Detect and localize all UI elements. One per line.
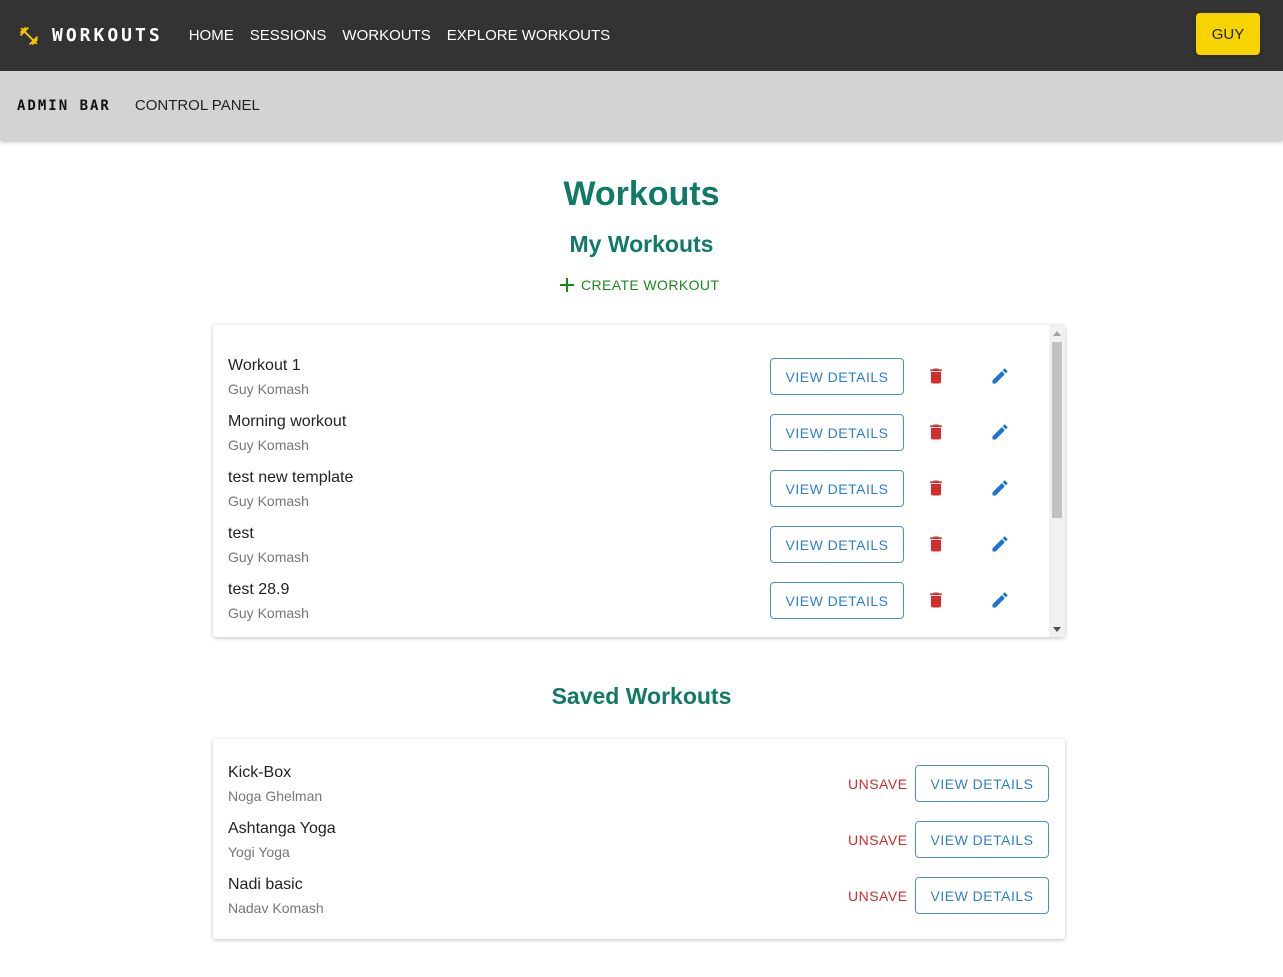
list-scrollbar[interactable]	[1049, 325, 1065, 637]
workout-title: Morning workout	[228, 413, 347, 430]
workout-author: Guy Komash	[228, 605, 309, 621]
my-workouts-list[interactable]: Workout 1 Guy Komash VIEW DETAILS Mornin…	[213, 325, 1065, 637]
delete-icon[interactable]	[924, 364, 948, 388]
view-details-button[interactable]: VIEW DETAILS	[770, 582, 904, 619]
control-panel-link[interactable]: CONTROL PANEL	[135, 97, 260, 114]
app-bar: WORKOUTS HOME SESSIONS WORKOUTS EXPLORE …	[0, 0, 1283, 71]
delete-icon[interactable]	[924, 532, 948, 556]
create-workout-button[interactable]: CREATE WORKOUT	[559, 277, 719, 293]
delete-icon[interactable]	[924, 588, 948, 612]
list-item: test new template Guy Komash VIEW DETAIL…	[213, 463, 1065, 519]
list-item: Workout 1 Guy Komash VIEW DETAILS	[213, 351, 1065, 407]
unsave-button[interactable]: UNSAVE	[848, 776, 908, 792]
workout-author: Guy Komash	[228, 493, 309, 509]
scroll-down-arrow-icon[interactable]	[1049, 621, 1065, 637]
edit-icon[interactable]	[988, 364, 1012, 388]
edit-icon[interactable]	[988, 588, 1012, 612]
workout-title: Ashtanga Yoga	[228, 820, 336, 837]
workout-title: test 28.9	[228, 581, 290, 598]
edit-icon[interactable]	[988, 476, 1012, 500]
user-button[interactable]: GUY	[1196, 13, 1260, 55]
scroll-thumb[interactable]	[1052, 342, 1062, 518]
saved-workouts-heading: Saved Workouts	[551, 683, 732, 709]
plus-icon	[560, 278, 574, 292]
workout-author: Guy Komash	[228, 549, 309, 565]
list-item: test 28.9 Guy Komash VIEW DETAILS	[213, 575, 1065, 631]
workout-title: Kick-Box	[228, 764, 292, 781]
edit-icon[interactable]	[988, 532, 1012, 556]
workout-author: Nadav Komash	[228, 900, 324, 916]
list-item: Nadi basic Nadav Komash UNSAVE VIEW DETA…	[213, 870, 1065, 926]
view-details-button[interactable]: VIEW DETAILS	[915, 821, 1049, 858]
workout-title: Workout 1	[228, 357, 301, 374]
view-details-button[interactable]: VIEW DETAILS	[915, 877, 1049, 914]
workout-title: test	[228, 525, 254, 542]
list-item: test Guy Komash VIEW DETAILS	[213, 519, 1065, 575]
workout-title: Nadi basic	[228, 876, 303, 893]
workout-author: Guy Komash	[228, 381, 309, 397]
workout-author: Noga Ghelman	[228, 788, 323, 804]
list-item: Morning workout Guy Komash VIEW DETAILS	[213, 407, 1065, 463]
delete-icon[interactable]	[924, 476, 948, 500]
unsave-button[interactable]: UNSAVE	[848, 832, 908, 848]
my-workouts-heading: My Workouts	[569, 231, 714, 257]
view-details-button[interactable]: VIEW DETAILS	[770, 414, 904, 451]
admin-bar-title: ADMIN BAR	[17, 97, 111, 114]
workout-title: test new template	[228, 469, 354, 486]
create-workout-label: CREATE WORKOUT	[581, 277, 720, 293]
unsave-button[interactable]: UNSAVE	[848, 888, 908, 904]
list-item: Kick-Box Noga Ghelman UNSAVE VIEW DETAIL…	[213, 758, 1065, 814]
nav-workouts[interactable]: WORKOUTS	[342, 21, 430, 50]
list-item: Ashtanga Yoga Yogi Yoga UNSAVE VIEW DETA…	[213, 814, 1065, 870]
scroll-up-arrow-icon[interactable]	[1049, 325, 1065, 341]
saved-workouts-list: Kick-Box Noga Ghelman UNSAVE VIEW DETAIL…	[213, 739, 1065, 939]
nav-home[interactable]: HOME	[189, 21, 234, 50]
view-details-button[interactable]: VIEW DETAILS	[915, 765, 1049, 802]
nav-explore-workouts[interactable]: EXPLORE WORKOUTS	[447, 21, 610, 50]
view-details-button[interactable]: VIEW DETAILS	[770, 526, 904, 563]
workout-author: Yogi Yoga	[228, 844, 290, 860]
workout-author: Guy Komash	[228, 437, 309, 453]
delete-icon[interactable]	[924, 420, 948, 444]
view-details-button[interactable]: VIEW DETAILS	[770, 358, 904, 395]
main-nav: HOME SESSIONS WORKOUTS EXPLORE WORKOUTS	[189, 21, 626, 50]
brand[interactable]: WORKOUTS	[18, 25, 163, 47]
page-title: Workouts	[563, 175, 720, 213]
brand-title: WORKOUTS	[52, 25, 163, 46]
admin-bar: ADMIN BAR CONTROL PANEL	[0, 71, 1283, 140]
nav-sessions[interactable]: SESSIONS	[250, 21, 327, 50]
view-details-button[interactable]: VIEW DETAILS	[770, 470, 904, 507]
dumbbell-icon	[19, 26, 39, 45]
edit-icon[interactable]	[988, 420, 1012, 444]
